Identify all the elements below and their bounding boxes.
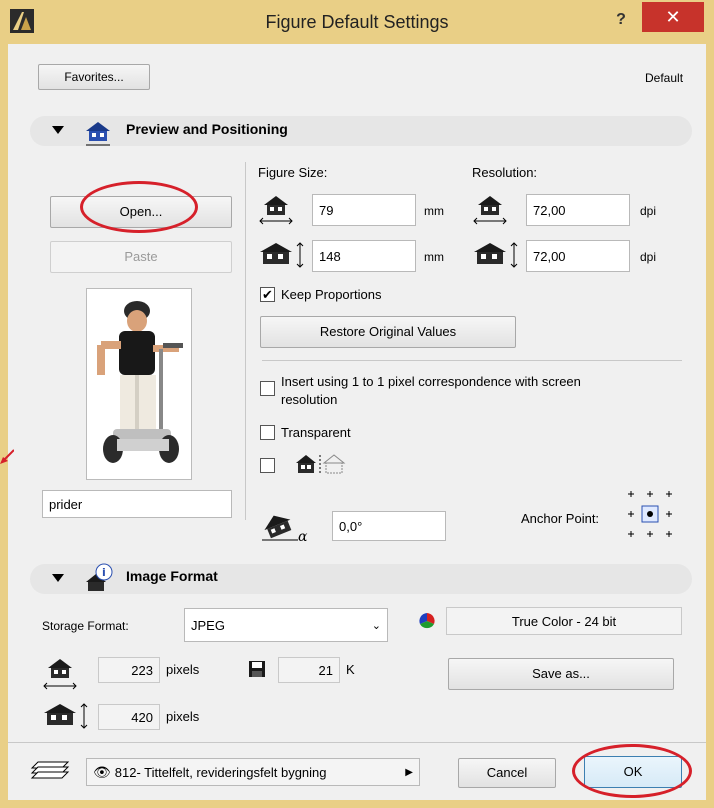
resolution-x-unit: dpi bbox=[640, 204, 657, 218]
restore-original-values-button[interactable]: Restore Original Values bbox=[260, 316, 516, 348]
preview-section-title: Preview and Positioning bbox=[126, 121, 288, 137]
separator bbox=[262, 360, 682, 361]
storage-format-select[interactable]: JPEG ⌄ bbox=[184, 608, 388, 642]
cancel-button[interactable]: Cancel bbox=[458, 758, 556, 788]
transparent-label: Transparent bbox=[281, 425, 351, 440]
file-size-unit: K bbox=[346, 662, 355, 677]
insert-1to1-label-line2: resolution bbox=[281, 392, 338, 407]
file-size-display: 21 bbox=[278, 657, 340, 683]
insert-1to1-label-line1: Insert using 1 to 1 pixel correspondence… bbox=[281, 374, 581, 389]
save-as-button[interactable]: Save as... bbox=[448, 658, 674, 690]
figure-size-icon bbox=[86, 122, 110, 146]
width-unit: mm bbox=[424, 204, 444, 218]
transparent-checkbox[interactable] bbox=[260, 425, 275, 440]
pixel-height-display: 420 bbox=[98, 704, 160, 730]
height-icon bbox=[260, 242, 304, 268]
bottom-separator bbox=[8, 742, 706, 743]
figure-preview bbox=[86, 288, 192, 480]
resolution-y-unit: dpi bbox=[640, 250, 657, 264]
keep-proportions-label: Keep Proportions bbox=[281, 287, 382, 302]
annotation-arrow-icon bbox=[0, 449, 14, 464]
svg-text:α: α bbox=[298, 529, 308, 544]
width-field[interactable]: 79 bbox=[312, 194, 416, 226]
close-button[interactable]: ✕ bbox=[642, 2, 704, 32]
width-icon bbox=[259, 196, 293, 225]
pixel-height-unit: pixels bbox=[166, 709, 200, 724]
rotation-angle-icon: α bbox=[262, 515, 308, 544]
layer-value: 812- Tittelfelt, revideringsfelt bygning bbox=[114, 764, 327, 780]
mirror-figure-icon bbox=[296, 454, 346, 475]
pixel-width-display: 223 bbox=[98, 657, 160, 683]
keep-proportions-checkbox[interactable]: ✔ bbox=[260, 287, 275, 302]
resolution-label: Resolution: bbox=[472, 165, 538, 180]
chevron-down-icon: ⌄ bbox=[371, 619, 381, 632]
insert-1to1-checkbox[interactable] bbox=[260, 381, 275, 396]
resolution-y-field[interactable]: 72,00 bbox=[526, 240, 630, 272]
image-format-icon: i bbox=[86, 563, 113, 591]
pixel-width-unit: pixels bbox=[166, 662, 200, 677]
height-field[interactable]: 148 bbox=[312, 240, 416, 272]
collapse-triangle-icon[interactable] bbox=[52, 126, 64, 134]
checkmark-icon: ✔ bbox=[262, 287, 273, 302]
pixel-width-icon bbox=[43, 659, 77, 690]
resolution-y-icon bbox=[474, 242, 518, 268]
mirror-checkbox[interactable] bbox=[260, 458, 275, 473]
collapse-triangle-icon[interactable] bbox=[52, 574, 64, 582]
arrow-right-icon: ▶ bbox=[405, 766, 413, 778]
eye-icon: 👁 bbox=[93, 763, 111, 780]
pixel-height-icon bbox=[44, 703, 88, 729]
annotation-ellipse-open bbox=[80, 181, 198, 233]
resolution-x-field[interactable]: 72,00 bbox=[526, 194, 630, 226]
storage-format-label: Storage Format: bbox=[42, 619, 129, 633]
help-button[interactable]: ? bbox=[606, 6, 636, 34]
column-divider bbox=[245, 162, 246, 520]
height-unit: mm bbox=[424, 250, 444, 264]
figure-name-field[interactable]: prider bbox=[42, 490, 232, 518]
default-label: Default bbox=[645, 71, 684, 85]
figure-size-label: Figure Size: bbox=[258, 165, 328, 180]
layer-stack-icon bbox=[30, 761, 70, 779]
image-format-section-title: Image Format bbox=[126, 568, 218, 584]
layer-select[interactable]: 👁 812- Tittelfelt, revideringsfelt bygni… bbox=[86, 758, 420, 786]
annotation-ellipse-ok bbox=[572, 744, 692, 798]
storage-format-value: JPEG bbox=[191, 617, 225, 633]
floppy-disk-icon bbox=[249, 661, 265, 677]
rotation-angle-field[interactable]: 0,0° bbox=[332, 511, 446, 541]
color-depth-display: True Color - 24 bit bbox=[446, 607, 682, 635]
svg-text:i: i bbox=[102, 566, 106, 579]
anchor-point-selector[interactable] bbox=[625, 489, 675, 539]
paste-button: Paste bbox=[50, 241, 232, 273]
color-wheel-icon bbox=[419, 613, 435, 629]
person-on-segway-image bbox=[97, 301, 183, 463]
anchor-point-label: Anchor Point: bbox=[521, 511, 600, 526]
favorites-button[interactable]: Favorites... bbox=[38, 64, 150, 90]
resolution-x-icon bbox=[473, 196, 507, 225]
title-bar[interactable]: Figure Default Settings ? ✕ bbox=[0, 0, 714, 44]
